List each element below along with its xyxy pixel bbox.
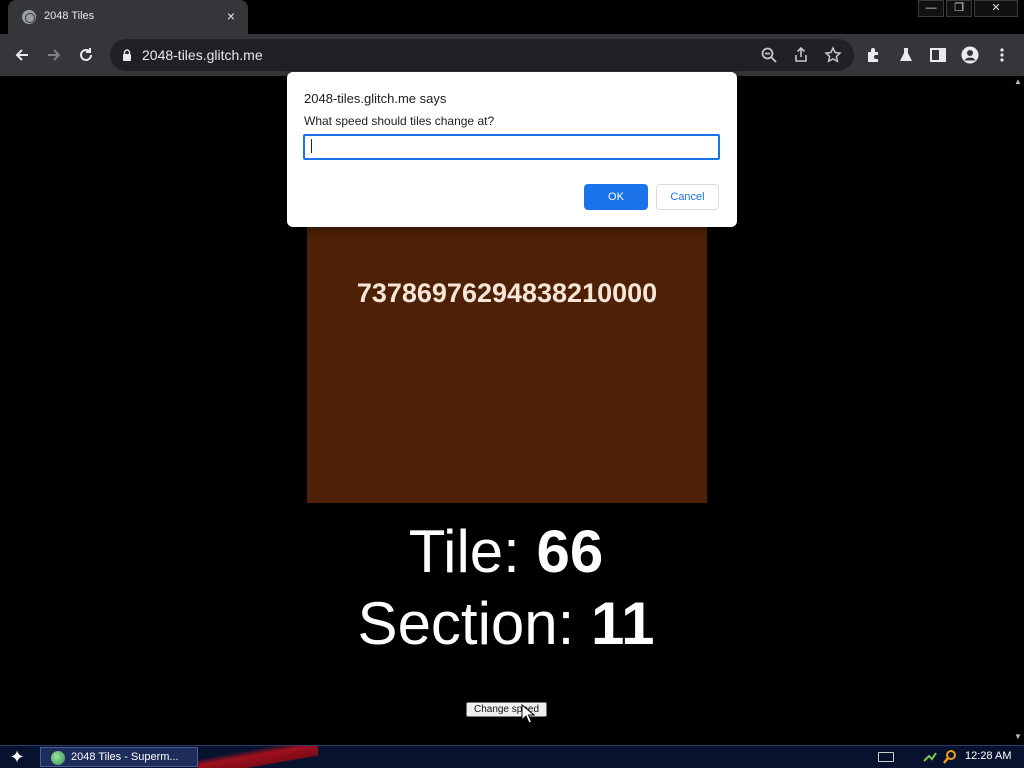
start-button[interactable]: ✦	[6, 748, 28, 766]
extensions-button[interactable]	[862, 43, 886, 67]
mouse-cursor-icon	[521, 704, 535, 724]
text-caret	[311, 139, 312, 153]
tile-number: 66	[536, 518, 604, 585]
dialog-origin: 2048-tiles.glitch.me says	[304, 91, 447, 106]
search-icon[interactable]	[942, 749, 958, 765]
star-icon[interactable]	[824, 46, 842, 64]
browser-toolbar: 2048-tiles.glitch.me	[0, 34, 1024, 76]
reload-icon	[80, 48, 92, 61]
avatar-icon	[961, 46, 979, 64]
close-window-button[interactable]: ✕	[974, 0, 1018, 17]
browser-icon	[51, 751, 65, 765]
tab-title: 2048 Tiles	[44, 10, 95, 22]
taskbar: ✦ 2048 Tiles - Superm... 12:28 AM	[0, 745, 1024, 768]
profile-button[interactable]	[958, 43, 982, 67]
tab-strip: 2048 Tiles × — ❐ ✕	[0, 0, 1024, 34]
section-label: Section:	[357, 590, 592, 657]
share-icon[interactable]	[792, 46, 810, 64]
flask-icon	[900, 48, 912, 61]
scroll-down-icon[interactable]: ▼	[1014, 733, 1022, 741]
globe-icon	[22, 10, 36, 24]
scroll-up-icon[interactable]: ▲	[1014, 78, 1022, 86]
arrow-right-icon	[48, 49, 61, 61]
clock: 12:28 AM	[965, 750, 1012, 762]
stats-block: Tile: 66 Section: 11	[0, 516, 1012, 660]
zoom-icon[interactable]	[760, 46, 778, 64]
taskbar-decoration	[198, 746, 318, 768]
network-icon[interactable]	[922, 749, 938, 765]
menu-button[interactable]	[990, 43, 1014, 67]
labs-button[interactable]	[894, 43, 918, 67]
reload-button[interactable]	[74, 43, 98, 67]
more-vertical-icon	[1000, 48, 1004, 62]
window-controls: — ❐ ✕	[916, 0, 1018, 18]
prompt-dialog: 2048-tiles.glitch.me says What speed sho…	[287, 72, 737, 227]
arrow-left-icon	[15, 49, 28, 61]
tab-close-icon[interactable]: ×	[222, 7, 240, 25]
side-panel-icon	[930, 48, 946, 62]
minimize-button[interactable]: —	[918, 0, 944, 17]
address-bar[interactable]: 2048-tiles.glitch.me	[110, 39, 854, 71]
taskbar-item-label: 2048 Tiles - Superm...	[71, 751, 179, 763]
tile-value: 73786976294838210000	[356, 278, 658, 308]
ok-button[interactable]: OK	[584, 184, 648, 210]
page-scrollbar[interactable]: ▲ ▼	[1012, 76, 1024, 745]
url-text: 2048-tiles.glitch.me	[142, 47, 263, 63]
browser-tab[interactable]: 2048 Tiles ×	[8, 0, 248, 34]
side-panel-button[interactable]	[926, 43, 950, 67]
speed-input[interactable]	[303, 134, 720, 160]
puzzle-icon	[868, 48, 878, 62]
section-counter: Section: 11	[0, 588, 1012, 660]
game-tile: 73786976294838210000	[307, 206, 707, 503]
dialog-message: What speed should tiles change at?	[304, 114, 495, 128]
cancel-button[interactable]: Cancel	[656, 184, 719, 210]
lock-icon	[123, 49, 131, 61]
tile-counter: Tile: 66	[0, 516, 1012, 588]
section-number: 11	[591, 590, 655, 657]
tile-label: Tile:	[408, 518, 537, 585]
restore-button[interactable]: ❐	[946, 0, 972, 17]
back-button[interactable]	[10, 43, 34, 67]
forward-button[interactable]	[42, 43, 66, 67]
keyboard-icon[interactable]	[878, 752, 894, 762]
taskbar-browser-item[interactable]: 2048 Tiles - Superm...	[40, 747, 198, 767]
